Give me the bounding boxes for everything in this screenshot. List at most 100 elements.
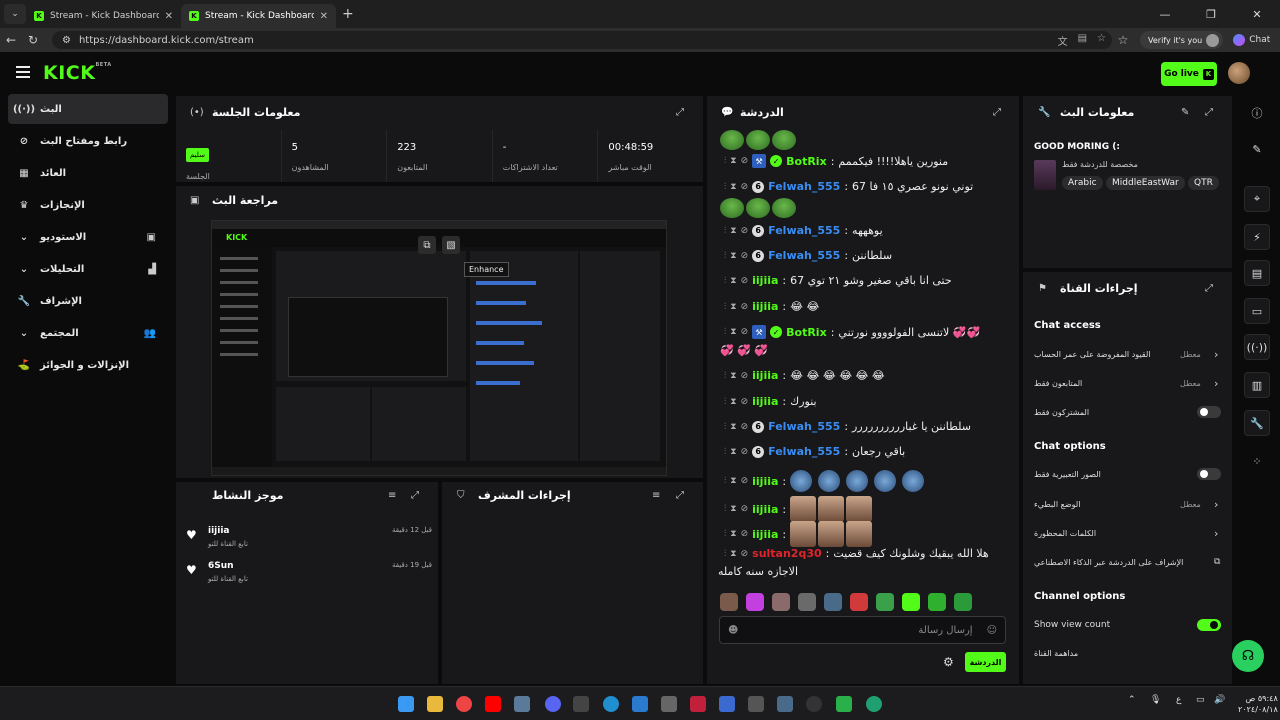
expand-icon[interactable]: ⤢	[676, 107, 684, 118]
close-tab-icon[interactable]: ✕	[320, 11, 328, 22]
reader-icon[interactable]: ▤	[1078, 33, 1087, 48]
server-icon[interactable]: ▥	[1244, 372, 1270, 398]
translate-icon[interactable]: 文	[1058, 33, 1068, 48]
expand-icon[interactable]: ⤢	[411, 490, 419, 501]
chat-username[interactable]: iijiia	[752, 300, 778, 313]
emote-button[interactable]	[928, 593, 946, 611]
sidebar-item-revenue[interactable]: ▦ العائد	[8, 158, 168, 188]
emotes-only-toggle[interactable]	[1197, 468, 1221, 480]
sidebar-item-stream-key[interactable]: ⊘ رابط ومفتاح البث	[8, 126, 168, 156]
go-live-button[interactable]: Go live K	[1161, 62, 1217, 86]
chat-username[interactable]: Felwah_555	[768, 249, 840, 262]
start-icon[interactable]	[398, 696, 414, 712]
steam-icon[interactable]	[514, 696, 530, 712]
user-avatar[interactable]	[1228, 62, 1250, 84]
chat-icon[interactable]: ▭	[1244, 298, 1270, 324]
language-indicator[interactable]: ع	[1176, 695, 1181, 705]
refresh-icon[interactable]: ↻	[22, 33, 44, 47]
setting-account-age[interactable]: القيود المفروضة على عمر الحساب معطل ›	[1034, 346, 1222, 362]
popout-icon[interactable]: ⧉	[418, 236, 436, 254]
sidebar-item-drops[interactable]: ⛳ الإنزالات و الجوائز	[8, 350, 168, 380]
setting-followers-only[interactable]: المتابعون فقط معطل ›	[1034, 375, 1222, 391]
menu-icon[interactable]	[16, 66, 30, 78]
chrome-icon[interactable]	[456, 696, 472, 712]
emote-button[interactable]	[798, 593, 816, 611]
edit-pencil-icon[interactable]: ✎	[1244, 136, 1270, 162]
discord-icon[interactable]	[545, 696, 561, 712]
youtube-icon[interactable]	[485, 696, 501, 712]
chat-username[interactable]: BotRix	[786, 326, 827, 339]
chat-username[interactable]: iijiia	[752, 369, 778, 382]
document-icon[interactable]: ▤	[1244, 260, 1270, 286]
browser-tab-active[interactable]: K Stream - Kick Dashboard ✕	[181, 4, 336, 28]
chat-username[interactable]: Felwah_555	[768, 224, 840, 237]
edit-pencil-icon[interactable]: ✎	[1181, 107, 1189, 118]
chat-username[interactable]: iijiia	[752, 475, 778, 488]
edge-icon[interactable]	[603, 696, 619, 712]
chat-input[interactable]: ☻ إرسال رسالة ☺	[719, 616, 1006, 644]
chat-username[interactable]: Felwah_555	[768, 420, 840, 433]
sidebar-item-moderation[interactable]: 🔧 الإشراف	[8, 286, 168, 316]
chat-send-button[interactable]: الدردشة	[965, 652, 1006, 672]
enhance-icon[interactable]: ▧	[442, 236, 460, 254]
chat-username[interactable]: iijiia	[752, 395, 778, 408]
sidebar-item-studio[interactable]: ⌄ الاستوديو ▣	[8, 222, 168, 252]
emote-button[interactable]	[824, 593, 842, 611]
close-window-icon[interactable]: ✕	[1234, 0, 1280, 28]
app-a-icon[interactable]	[690, 696, 706, 712]
expand-icon[interactable]: ⤢	[1205, 283, 1213, 294]
more-dots-icon[interactable]: ⁘	[1244, 448, 1270, 474]
tray-chevron-icon[interactable]: ⌃	[1128, 695, 1136, 705]
chat-username[interactable]: iijiia	[752, 528, 778, 541]
lightning-icon[interactable]: ⚡	[1244, 224, 1270, 250]
defender-icon[interactable]	[719, 696, 735, 712]
obs-icon[interactable]	[806, 696, 822, 712]
volume-icon[interactable]: 🔊	[1214, 695, 1225, 705]
ban-icon[interactable]: ⊘	[741, 156, 749, 166]
favorites-icon[interactable]: ☆	[1112, 33, 1134, 47]
sidebar-item-achievements[interactable]: ♛ الإنجازات	[8, 190, 168, 220]
setting-raid-channel[interactable]: مداهمة القناة	[1034, 645, 1222, 661]
microphone-icon[interactable]: 🎙	[1150, 695, 1161, 705]
network-icon[interactable]: ▭	[1196, 695, 1205, 705]
back-icon[interactable]: ←	[0, 33, 22, 47]
minimize-icon[interactable]: —	[1142, 0, 1188, 28]
system-clock[interactable]: ٥٩:٤٨ ص ٢٠٢٤/٠٨/١٨	[1238, 693, 1278, 715]
chat-username[interactable]: iijiia	[752, 274, 778, 287]
emote-button[interactable]	[772, 593, 790, 611]
maximize-icon[interactable]: ❐	[1188, 0, 1234, 28]
emote-button[interactable]	[720, 593, 738, 611]
profile-verify-button[interactable]: Verify it's you	[1140, 31, 1224, 49]
site-info-icon[interactable]: ⚙	[62, 35, 71, 46]
file-explorer-icon[interactable]	[427, 696, 443, 712]
emote-button[interactable]	[954, 593, 972, 611]
sidebar-item-stream[interactable]: ((·)) البث	[8, 94, 168, 124]
stream-preview-video[interactable]: KICK	[211, 220, 667, 476]
copilot-chat-button[interactable]: Chat	[1233, 34, 1270, 46]
timeout-icon[interactable]: ⧗	[730, 156, 736, 166]
wrench-icon[interactable]: 🔧	[1244, 410, 1270, 436]
expand-icon[interactable]: ⤢	[676, 490, 684, 501]
chat-settings-icon[interactable]: ⚙	[943, 655, 954, 669]
browser-tab[interactable]: K Stream - Kick Dashboard ✕	[26, 4, 181, 28]
info-icon[interactable]: ⓘ	[1244, 100, 1270, 126]
sidebar-item-analytics[interactable]: ⌄ التحليلات ▟	[8, 254, 168, 284]
setting-ai-moderation[interactable]: الإشراف على الدردشة عبر الذكاء الاصطناعي…	[1034, 554, 1222, 570]
app-icon[interactable]	[748, 696, 764, 712]
expand-icon[interactable]: ⤢	[1205, 107, 1213, 118]
chat-username[interactable]: BotRix	[786, 155, 827, 168]
kick-logo[interactable]: KICKBETA	[43, 62, 112, 84]
steam-icon-2[interactable]	[777, 696, 793, 712]
favorite-star-icon[interactable]: ☆	[1097, 33, 1106, 48]
app-bm-icon[interactable]	[661, 696, 677, 712]
emote-button[interactable]	[850, 593, 868, 611]
emote-picker-icon[interactable]: ☺	[987, 625, 997, 636]
emote-button[interactable]	[876, 593, 894, 611]
broadcast-icon[interactable]: ((·))	[1244, 334, 1270, 360]
filter-icon[interactable]: ≡	[652, 490, 660, 501]
chat-username[interactable]: iijiia	[752, 503, 778, 516]
pin-icon[interactable]: ⫶	[724, 156, 726, 166]
app-green-icon[interactable]	[836, 696, 852, 712]
new-tab-button[interactable]: +	[342, 6, 354, 22]
filter-icon[interactable]: ≡	[388, 490, 396, 501]
